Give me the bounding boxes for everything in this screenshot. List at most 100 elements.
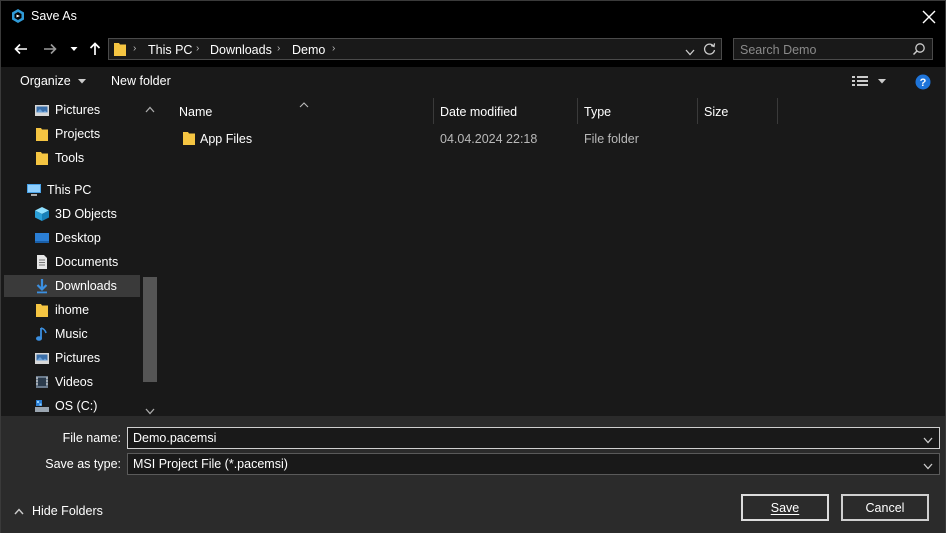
nav-scroll-thumb[interactable] — [143, 277, 157, 382]
forward-button[interactable] — [39, 37, 61, 61]
sidebar-item-label: Projects — [55, 127, 101, 141]
recent-locations-button[interactable] — [67, 37, 81, 61]
chevron-down-icon[interactable] — [923, 433, 933, 447]
chevron-right-icon: › — [196, 43, 200, 54]
cube-icon — [34, 206, 50, 222]
address-history-chevron-icon[interactable] — [685, 45, 695, 59]
scroll-up-icon[interactable] — [145, 102, 155, 116]
help-button[interactable]: ? — [915, 74, 931, 93]
sidebar-item-label: Videos — [55, 375, 93, 389]
arrow-left-icon — [14, 43, 27, 55]
arrow-up-icon — [89, 42, 101, 55]
sidebar-item-videos[interactable]: Videos — [4, 371, 140, 393]
navigation-pane: Pictures Projects Tools This PC 3D Objects De… — [1, 98, 159, 416]
column-divider[interactable] — [577, 98, 578, 124]
computer-icon — [26, 182, 42, 198]
cancel-label: Cancel — [865, 500, 905, 515]
pictures-icon — [34, 102, 50, 118]
chevron-down-icon — [70, 47, 78, 51]
sidebar-item-this-pc[interactable]: This PC — [4, 179, 140, 201]
hide-folders-label: Hide Folders — [32, 504, 103, 518]
sidebar-item-label: Music — [55, 327, 88, 341]
save-button[interactable]: Save — [741, 494, 829, 521]
sidebar-item-3d-objects[interactable]: 3D Objects — [4, 203, 140, 225]
column-header-date-modified[interactable]: Date modified — [440, 105, 517, 119]
videos-icon — [34, 374, 50, 390]
sidebar-item-label: 3D Objects — [55, 207, 117, 221]
sidebar-item-documents[interactable]: Documents — [4, 251, 140, 273]
breadcrumb-this-pc[interactable]: This PC — [148, 43, 192, 57]
cancel-button[interactable]: Cancel — [841, 494, 929, 521]
organize-label: Organize — [20, 74, 71, 88]
window-title: Save As — [31, 9, 77, 23]
sidebar-item-label: Pictures — [55, 103, 101, 117]
music-note-icon — [34, 326, 50, 342]
sidebar-item-label: Downloads — [55, 279, 117, 293]
chevron-up-icon — [14, 507, 24, 514]
sort-ascending-icon — [299, 97, 309, 111]
save-as-type-select[interactable]: MSI Project File (*.pacemsi) — [127, 453, 940, 475]
column-header-name[interactable]: Name — [179, 105, 212, 119]
drive-icon — [34, 398, 50, 414]
column-divider[interactable] — [433, 98, 434, 124]
help-icon: ? — [915, 74, 931, 90]
folder-icon — [113, 41, 127, 57]
sidebar-item-pictures[interactable]: Pictures — [4, 99, 140, 121]
arrow-right-icon — [44, 43, 57, 55]
sidebar-item-os-c[interactable]: OS (C:) — [4, 395, 140, 416]
sidebar-item-music[interactable]: Music — [4, 323, 140, 345]
save-as-dialog: Save As › This PC › Downloads › Demo › S… — [0, 0, 946, 533]
search-icon[interactable] — [912, 42, 926, 59]
breadcrumb-demo[interactable]: Demo — [292, 43, 325, 57]
close-button[interactable] — [913, 3, 945, 31]
sidebar-item-desktop[interactable]: Desktop — [4, 227, 140, 249]
chevron-right-icon: › — [332, 43, 336, 54]
refresh-icon[interactable] — [703, 42, 716, 59]
table-row[interactable]: App Files 04.04.2024 22:18 File folder — [171, 127, 771, 151]
sidebar-item-projects[interactable]: Projects — [4, 123, 140, 145]
search-input[interactable] — [740, 42, 910, 57]
view-options-button[interactable] — [852, 75, 890, 92]
title-bar — [1, 1, 945, 32]
save-label: Save — [770, 500, 800, 515]
hide-folders-button[interactable]: Hide Folders — [14, 504, 103, 518]
svg-text:?: ? — [920, 77, 927, 89]
folder-icon — [34, 150, 50, 166]
file-date-modified: 04.04.2024 22:18 — [440, 132, 538, 146]
save-as-type-value: MSI Project File (*.pacemsi) — [133, 457, 288, 471]
file-name: App Files — [200, 132, 253, 146]
pictures-icon — [34, 350, 50, 366]
documents-icon — [34, 254, 50, 270]
sidebar-item-tools[interactable]: Tools — [4, 147, 140, 169]
column-header-type[interactable]: Type — [584, 105, 611, 119]
sidebar-item-label: Documents — [55, 255, 119, 269]
column-header-size[interactable]: Size — [704, 105, 728, 119]
details-view-icon — [852, 76, 886, 86]
save-as-type-label: Save as type: — [45, 457, 121, 471]
new-folder-button[interactable]: New folder — [111, 74, 171, 88]
address-bar[interactable]: › This PC › Downloads › Demo › — [108, 38, 722, 60]
column-divider[interactable] — [697, 98, 698, 124]
app-logo-icon — [10, 8, 26, 24]
file-name-value[interactable]: Demo.pacemsi — [133, 431, 216, 445]
sidebar-item-label: Desktop — [55, 231, 101, 245]
sidebar-item-label: ihome — [55, 303, 90, 317]
file-name-field[interactable]: Demo.pacemsi — [127, 427, 940, 449]
sidebar-item-pictures[interactable]: Pictures — [4, 347, 140, 369]
search-box[interactable] — [733, 38, 933, 60]
sidebar-item-downloads[interactable]: Downloads — [4, 275, 140, 297]
close-icon — [922, 10, 936, 24]
back-button[interactable] — [10, 37, 32, 61]
organize-button[interactable]: Organize — [20, 74, 87, 88]
sidebar-item-label: This PC — [47, 183, 92, 197]
chevron-right-icon: › — [133, 43, 137, 54]
desktop-icon — [34, 230, 50, 246]
column-divider[interactable] — [777, 98, 778, 124]
up-button[interactable] — [85, 37, 105, 61]
sidebar-item-ihome[interactable]: ihome — [4, 299, 140, 321]
caret-down-icon — [78, 79, 87, 84]
sidebar-item-label: OS (C:) — [55, 399, 98, 413]
download-arrow-icon — [34, 278, 50, 294]
breadcrumb-downloads[interactable]: Downloads — [210, 43, 272, 57]
folder-icon — [34, 126, 50, 142]
